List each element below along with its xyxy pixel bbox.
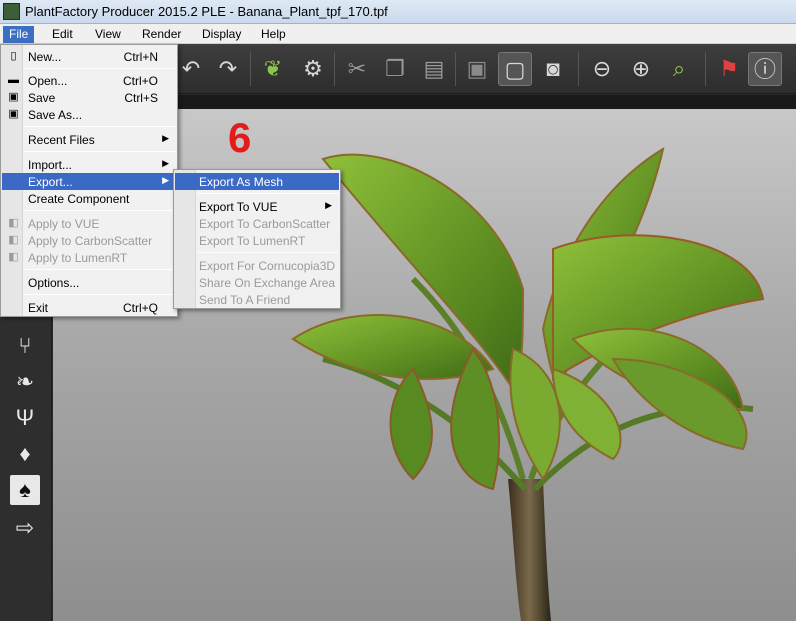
toolbar-separator [250, 52, 251, 86]
open-folder-icon: ▬ [8, 74, 19, 86]
export-submenu: Export As Mesh Export To VUE ▶ Export To… [173, 169, 341, 309]
menu-view[interactable]: View [89, 26, 127, 43]
file-menu-dropdown: ▯ New... Ctrl+N ▬ Open... Ctrl+O ▣ Save … [0, 44, 178, 317]
toolbar-separator [455, 52, 456, 86]
menu-help[interactable]: Help [255, 26, 292, 43]
menu-item-create-component[interactable]: Create Component [2, 190, 176, 207]
submenu-arrow-icon: ▶ [162, 158, 169, 168]
menu-item-open[interactable]: ▬ Open... Ctrl+O [2, 72, 176, 89]
menu-item-export-for-cornucopia3d: Export For Cornucopia3D [199, 259, 336, 273]
menu-item-new[interactable]: ▯ New... Ctrl+N [2, 48, 176, 65]
submenu-arrow-icon: ▶ [162, 175, 169, 185]
menu-item-save[interactable]: ▣ Save Ctrl+S [2, 89, 176, 106]
drop-icon[interactable]: ♦ [10, 439, 40, 469]
menu-item-import[interactable]: Import... ▶ [2, 156, 176, 173]
menu-separator [198, 252, 338, 253]
paste-icon[interactable]: ▤ [417, 52, 451, 86]
frame-view-icon[interactable]: ▢ [498, 52, 532, 86]
app-icon [3, 3, 20, 20]
mutate-icon[interactable]: ⚙ [296, 52, 330, 86]
menu-edit[interactable]: Edit [46, 26, 79, 43]
submenu-arrow-icon: ▶ [325, 200, 332, 210]
menu-item-export-to-vue[interactable]: Export To VUE ▶ [175, 198, 339, 215]
menu-item-share-on-exchange-area: Share On Exchange Area [199, 276, 336, 290]
lumenrt-icon: ◧ [8, 251, 19, 263]
branch-icon[interactable]: ⑂ [10, 331, 40, 361]
camera-icon[interactable]: ◙ [536, 52, 570, 86]
step-number-annotation: 6 [228, 114, 252, 161]
random-plant-icon[interactable]: ❦ [256, 52, 290, 86]
leaf-shape-icon[interactable]: ♠ [10, 475, 40, 505]
redo-icon[interactable]: ↷ [211, 52, 245, 86]
copy-icon[interactable]: ❐ [378, 52, 412, 86]
menu-item-apply-vue: ◧ Apply to VUE [8, 217, 100, 231]
menu-item-export-as-mesh[interactable]: Export As Mesh [175, 173, 339, 190]
title-bar: PlantFactory Producer 2015.2 PLE - Banan… [0, 0, 796, 24]
menu-separator [25, 126, 175, 127]
menu-item-options[interactable]: Options... [2, 274, 176, 291]
menu-item-send-to-a-friend: Send To A Friend [199, 293, 291, 307]
carbonscatter-icon: ◧ [8, 234, 19, 246]
menu-file[interactable]: File [3, 26, 35, 43]
add-node-icon[interactable]: ⊕ [624, 52, 658, 86]
menu-separator [25, 210, 175, 211]
menu-item-apply-carbonscatter: ◧ Apply to CarbonScatter [8, 234, 153, 248]
menu-render[interactable]: Render [136, 26, 187, 43]
toolbar-separator [334, 52, 335, 86]
menu-bar: File Edit View Render Display Help [0, 24, 796, 44]
menu-item-apply-lumenrt: ◧ Apply to LumenRT [8, 251, 128, 265]
info-icon[interactable]: ⓘ [748, 52, 782, 86]
toolbar-separator [578, 52, 579, 86]
render-view-icon[interactable]: ▣ [460, 52, 494, 86]
twig-icon[interactable]: Ψ [10, 403, 40, 433]
menu-item-export-to-carbonscatter: Export To CarbonScatter [199, 217, 331, 231]
menu-item-export-to-lumenrt: Export To LumenRT [199, 234, 306, 248]
menu-separator [25, 294, 175, 295]
save-as-icon: ▣ [8, 108, 19, 120]
vue-icon: ◧ [8, 217, 19, 229]
flag-icon[interactable]: ⚑ [712, 52, 746, 86]
menu-display[interactable]: Display [196, 26, 247, 43]
window-title: PlantFactory Producer 2015.2 PLE - Banan… [25, 4, 388, 19]
new-file-icon: ▯ [10, 50, 17, 62]
toolbar-separator [705, 52, 706, 86]
menu-separator [25, 68, 175, 69]
menu-item-save-as[interactable]: ▣ Save As... [2, 106, 176, 123]
menu-separator [25, 269, 175, 270]
remove-node-icon[interactable]: ⊖ [585, 52, 619, 86]
menu-separator [198, 193, 338, 194]
menu-separator [25, 151, 175, 152]
undo-icon[interactable]: ↶ [174, 52, 208, 86]
leaf-icon[interactable]: ❧ [10, 367, 40, 397]
menu-item-recent-files[interactable]: Recent Files ▶ [2, 131, 176, 148]
cut-icon[interactable]: ✂ [340, 52, 374, 86]
menu-item-exit[interactable]: Exit Ctrl+Q [2, 299, 176, 316]
export-node-icon[interactable]: ⇨ [10, 513, 40, 543]
submenu-arrow-icon: ▶ [162, 133, 169, 143]
save-disk-icon: ▣ [8, 91, 19, 103]
menu-item-export[interactable]: Export... ▶ [2, 173, 176, 190]
find-node-icon[interactable]: ⌕ [662, 52, 696, 86]
